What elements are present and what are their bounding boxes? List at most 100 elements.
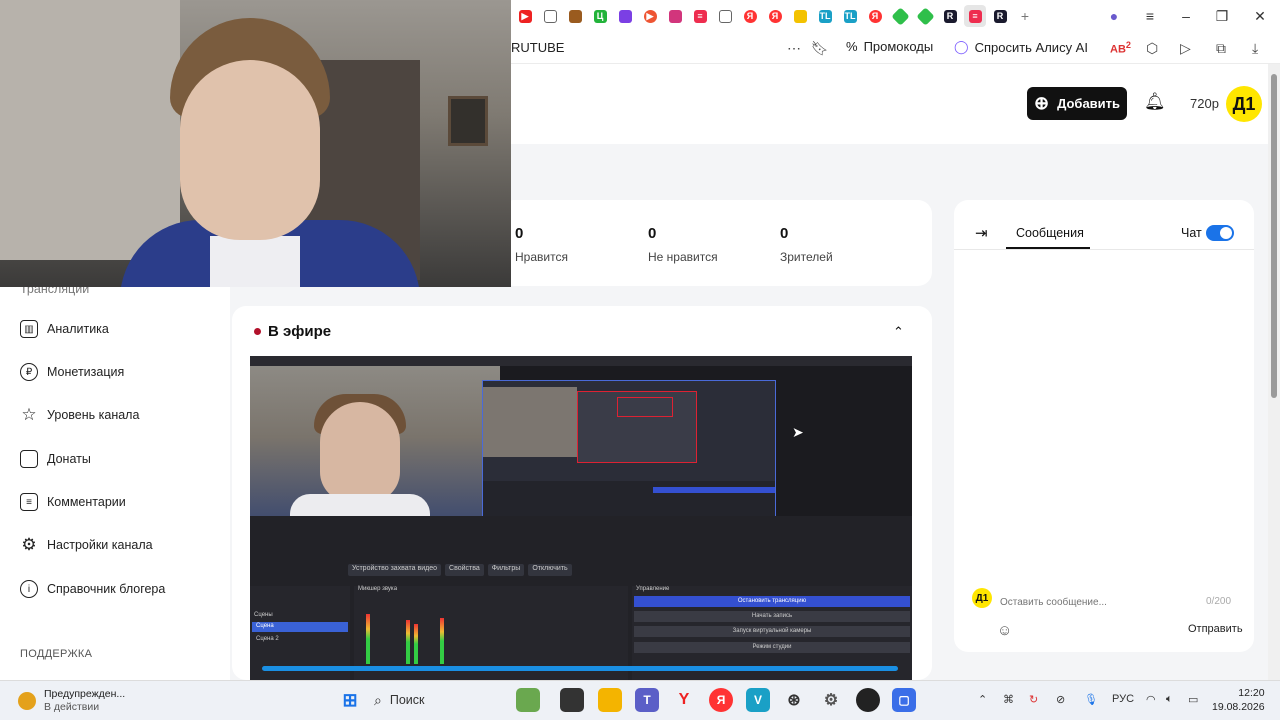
tab-purple[interactable]	[614, 5, 636, 27]
tab-play[interactable]: ▶	[639, 5, 661, 27]
obs-icon[interactable]	[856, 688, 880, 712]
chatgpt-icon[interactable]: ⊛	[782, 688, 806, 712]
widget-text: Предупрежден... В действии	[44, 688, 125, 714]
sidebar-item-channel-level[interactable]: ☆ Уровень канала	[20, 405, 140, 424]
sidebar-item-channel-settings[interactable]: ⚙ Настройки канала	[20, 535, 153, 554]
tab-leaf-2[interactable]	[914, 5, 936, 27]
folder-icon[interactable]	[598, 688, 622, 712]
quality-label[interactable]: 720p	[1190, 96, 1219, 111]
page-scrollbar[interactable]	[1268, 64, 1280, 680]
alice-button[interactable]: ◯ Спросить Алису AI	[954, 39, 1088, 55]
tab-rutube-1[interactable]: ≡	[689, 5, 711, 27]
stream-preview[interactable]: Устройство захвата видео Свойства Фильтр…	[250, 356, 912, 680]
tab-gift[interactable]	[664, 5, 686, 27]
profile-icon[interactable]: ●	[1104, 6, 1124, 26]
sidebar-item-comments[interactable]: ≡ Комментарии	[20, 493, 126, 511]
tray-mic-icon[interactable]: 🎙︎	[1084, 693, 1098, 706]
extension-badge-icon[interactable]: AB2	[1110, 40, 1131, 56]
collapse-icon[interactable]: ⇥	[975, 224, 988, 242]
taskbar-widget[interactable]: Предупрежден... В действии	[18, 688, 125, 714]
close-icon[interactable]: ✕	[1250, 6, 1270, 26]
stream-progress-bar[interactable]	[262, 666, 898, 671]
tab-yandex-3[interactable]: Я	[864, 5, 886, 27]
language-indicator[interactable]: РУС	[1112, 693, 1134, 705]
tab-yandex-1[interactable]: Я	[739, 5, 761, 27]
menu-icon[interactable]: ≡	[1140, 6, 1160, 26]
tab-doc[interactable]	[539, 5, 561, 27]
yandex-browser-icon[interactable]: Y	[672, 688, 696, 712]
rutube-icon: ≡	[693, 9, 707, 23]
tab-bag[interactable]	[789, 5, 811, 27]
tab-youtube[interactable]: ▶	[514, 5, 536, 27]
search-label: Поиск	[389, 693, 425, 707]
chat-toggle[interactable]	[1206, 225, 1234, 241]
sidebar-item-analytics[interactable]: ▥ Аналитика	[20, 320, 109, 338]
taskbar-clock[interactable]: 12:20 19.08.2026	[1212, 686, 1265, 714]
battery-icon[interactable]: ▭	[1188, 693, 1198, 706]
webcam-overlay	[0, 0, 511, 287]
page-title[interactable]: RUTUBE	[511, 40, 564, 55]
tray-sync-icon[interactable]: ↻	[1029, 693, 1038, 706]
tray-app-icon[interactable]: ⌘	[1003, 693, 1014, 706]
tab-rutube-3[interactable]: R	[989, 5, 1011, 27]
teams-icon[interactable]: T	[635, 688, 659, 712]
yandex-icon[interactable]: Я	[709, 688, 733, 712]
tab-tl-1[interactable]: TL	[814, 5, 836, 27]
sidebar-item-label: Донаты	[47, 452, 91, 466]
tray-chevron-icon[interactable]: ⌃	[978, 693, 987, 706]
promo-button[interactable]: % Промокоды	[846, 39, 933, 54]
emoji-icon[interactable]: ☺	[997, 622, 1012, 639]
stat-viewers: 0 Зрителей	[780, 225, 833, 264]
download-icon[interactable]: ⤓	[1252, 40, 1258, 57]
media-icon[interactable]: ▷	[1180, 40, 1191, 57]
tab-yandex-2[interactable]: Я	[764, 5, 786, 27]
chevron-up-icon[interactable]: ⌃	[893, 324, 904, 340]
new-tab-button[interactable]: +	[1014, 5, 1036, 27]
bookmark-icon[interactable]: 🔖︎	[811, 40, 829, 57]
message-input[interactable]	[1000, 592, 1238, 612]
tab-doc-2[interactable]	[714, 5, 736, 27]
restore-icon[interactable]: ❐	[1212, 6, 1232, 26]
volume-icon[interactable]: 🔈︎	[1166, 693, 1173, 706]
info-icon: i	[20, 580, 38, 598]
widgets-icon[interactable]	[516, 688, 540, 712]
add-button[interactable]: ⊕ Добавить	[1027, 87, 1127, 120]
comment-icon: ≡	[20, 493, 38, 511]
vpn-icon[interactable]: V	[746, 688, 770, 712]
alice-label: Спросить Алису AI	[974, 39, 1088, 55]
tray-network-off-icon[interactable]: ⊘	[1056, 693, 1065, 706]
yandex-icon: Я	[768, 9, 782, 23]
extensions-icon[interactable]: ⬡	[1146, 40, 1158, 57]
send-button[interactable]: Отправить	[1188, 623, 1243, 635]
tab-rutube-active[interactable]: ≡	[964, 5, 986, 27]
tab-messages[interactable]: Сообщения	[1016, 226, 1084, 240]
star-icon: ☆	[21, 405, 37, 424]
tab-box[interactable]	[564, 5, 586, 27]
play-icon: ▶	[643, 9, 657, 23]
sidebar-item-donations[interactable]: Донаты	[20, 450, 91, 468]
leaf-icon	[915, 6, 935, 26]
user-avatar[interactable]: Д1	[1226, 86, 1262, 122]
tab-rutube-2[interactable]: R	[939, 5, 961, 27]
widget-subtitle: В действии	[44, 701, 100, 713]
wifi-icon[interactable]: ◠	[1146, 693, 1156, 706]
more-icon[interactable]: ⋯	[787, 40, 801, 57]
windows-start-icon[interactable]: ⊞	[338, 688, 362, 712]
sidebar-item-label: Справочник блогера	[47, 582, 166, 596]
settings-icon[interactable]: ⚙	[819, 688, 843, 712]
stat-likes: 0 Нравится	[515, 225, 568, 264]
sidebar-item-blogger-guide[interactable]: i Справочник блогера	[20, 580, 165, 598]
tab-tl-2[interactable]: TL	[839, 5, 861, 27]
sidebar-item-label: Настройки канала	[47, 538, 153, 552]
minimize-icon[interactable]: –	[1176, 6, 1196, 26]
sidebar-item-monetization[interactable]: ₽ Монетизация	[20, 363, 124, 381]
tab-green[interactable]: Ц	[589, 5, 611, 27]
scrollbar-thumb[interactable]	[1271, 74, 1277, 398]
sidebar-item-label: Уровень канала	[47, 408, 140, 422]
app-icon[interactable]: ▢	[892, 688, 916, 712]
collections-icon[interactable]: ⧉	[1216, 40, 1226, 57]
terminal-icon[interactable]	[560, 688, 584, 712]
notification-bell-icon[interactable]: 🔔︎	[1144, 92, 1166, 112]
tab-leaf-1[interactable]	[889, 5, 911, 27]
plus-icon: +	[1020, 8, 1030, 24]
